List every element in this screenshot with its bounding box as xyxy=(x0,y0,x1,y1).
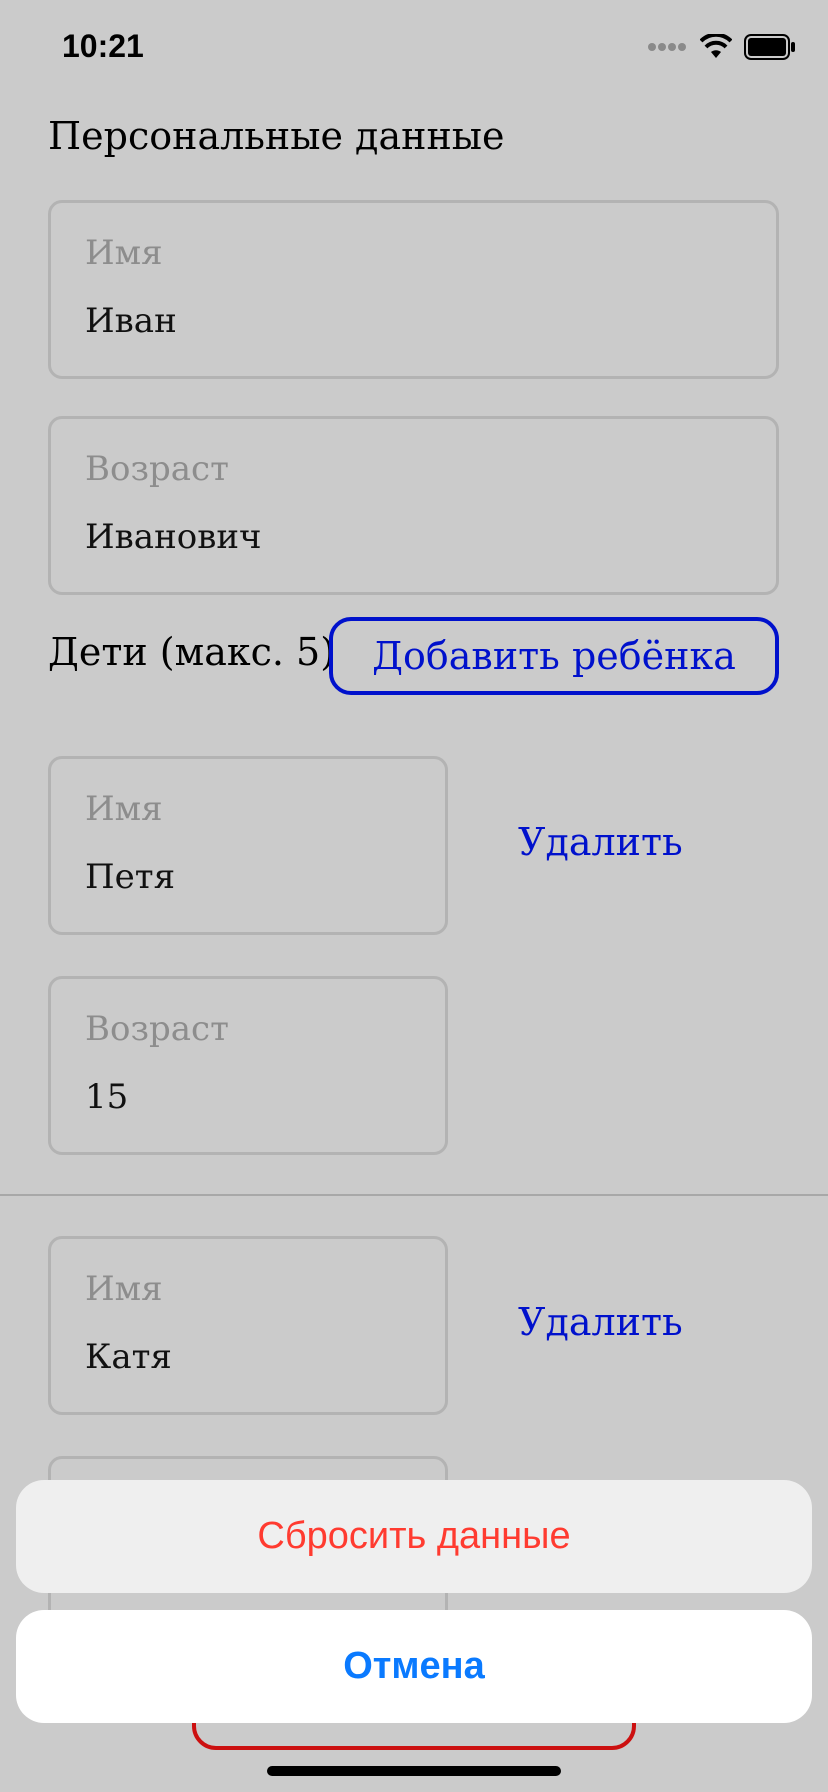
child-name-label: Имя xyxy=(85,789,163,829)
battery-icon xyxy=(744,34,795,60)
delete-child-button[interactable]: Удалить xyxy=(518,1300,683,1344)
signal-dots-icon xyxy=(648,43,686,51)
name-field[interactable]: Имя Иван xyxy=(48,200,779,379)
divider xyxy=(0,1194,828,1196)
section-title-personal: Персональные данные xyxy=(48,114,505,158)
child-name-value[interactable]: Катя xyxy=(85,1337,172,1377)
cancel-button[interactable]: Отмена xyxy=(16,1610,812,1723)
child-age-label: Возраст xyxy=(85,1009,229,1049)
age-field[interactable]: Возраст Иванович xyxy=(48,416,779,595)
child-name-label: Имя xyxy=(85,1269,163,1309)
delete-child-button[interactable]: Удалить xyxy=(518,820,683,864)
status-time: 10:21 xyxy=(62,28,144,64)
status-bar: 10:21 xyxy=(0,0,828,100)
age-field-label: Возраст xyxy=(85,449,229,489)
child-age-field[interactable]: Возраст 15 xyxy=(48,976,448,1155)
age-field-value[interactable]: Иванович xyxy=(85,517,261,557)
home-indicator xyxy=(267,1766,561,1776)
children-label: Дети (макс. 5) xyxy=(48,630,336,674)
child-name-field[interactable]: Имя Катя xyxy=(48,1236,448,1415)
add-child-button[interactable]: Добавить ребёнка xyxy=(329,617,779,695)
child-name-field[interactable]: Имя Петя xyxy=(48,756,448,935)
reset-data-button[interactable]: Сбросить данные xyxy=(16,1480,812,1593)
child-name-value[interactable]: Петя xyxy=(85,857,175,897)
status-icons xyxy=(648,34,796,60)
child-age-value[interactable]: 15 xyxy=(85,1077,128,1117)
wifi-icon xyxy=(700,34,732,58)
name-field-label: Имя xyxy=(85,233,163,273)
name-field-value[interactable]: Иван xyxy=(85,301,177,341)
